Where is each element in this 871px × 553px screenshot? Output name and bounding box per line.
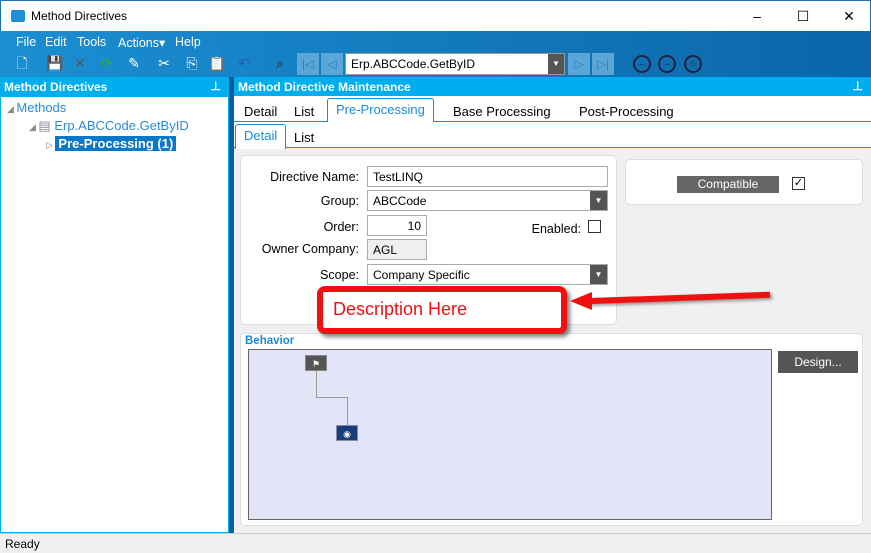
main-panel: Detail List Pre-Processing Base Processi… [234,96,871,533]
window-title: Method Directives [31,9,128,23]
action-node-icon[interactable]: ◉ [336,425,358,441]
left-panel-header: Method Directives ⊥ [0,77,229,96]
maximize-button[interactable]: ☐ [780,1,826,32]
new-icon[interactable]: 🗋 [12,53,32,73]
tree-node-method[interactable]: ◢ ▤ Erp.ABCCode.GetByID [29,118,189,134]
main-panel-header: Method Directive Maintenance ⊥ [234,77,871,96]
menu-actions[interactable]: Actions▾ [118,35,165,50]
subtab-list[interactable]: List [286,127,322,148]
minimize-button[interactable]: – [734,1,780,32]
home-icon[interactable]: ⌂ [684,55,702,73]
previous-record-button[interactable]: ◁ [321,53,343,75]
search-icon[interactable]: ⌕ [270,53,290,73]
tab-base-processing[interactable]: Base Processing [445,101,559,122]
menu-help[interactable]: Help [175,35,201,49]
chevron-down-icon[interactable]: ▼ [548,54,564,74]
back-icon[interactable]: ← [633,55,651,73]
chevron-down-icon[interactable]: ▼ [590,265,607,284]
order-field[interactable]: 10 [367,215,427,236]
behavior-group: Behavior ⚑ ◉ Design... [240,333,863,526]
start-node-flag-icon[interactable]: ⚑ [305,355,327,371]
connector [347,398,348,425]
menu-toolbar: File Edit Tools Actions▾ Help 🗋 💾 ✕ ⟳ ✎ … [0,31,871,77]
menu-tools[interactable]: Tools [77,35,106,49]
status-bar: Ready [0,533,871,553]
method-icon: ▤ [38,118,51,133]
record-combo-value: Erp.ABCCode.GetByID [351,57,476,71]
workflow-canvas[interactable]: ⚑ ◉ [248,349,772,520]
refresh-icon[interactable]: ⟳ [97,53,117,73]
subtab-strip: Detail List [234,122,871,149]
undo-icon[interactable]: ↶ [234,53,254,73]
next-record-button[interactable]: ▷ [568,53,590,75]
order-label: Order: [323,220,359,234]
tree-node-pre-processing[interactable]: ▷ Pre-Processing (1) [46,136,177,151]
group-value: ABCCode [373,194,427,208]
tab-detail[interactable]: Detail [236,101,285,122]
scope-label: Scope: [320,268,359,282]
behavior-title: Behavior [245,335,295,347]
enabled-label: Enabled: [531,222,581,236]
tree-panel: ◢ Methods ◢ ▤ Erp.ABCCode.GetByID ▷ Pre-… [0,96,229,533]
title-bar: Method Directives – ☐ ✕ [0,0,871,31]
tree-node-methods[interactable]: ◢ Methods [7,100,66,115]
chevron-down-icon[interactable]: ▼ [590,191,607,210]
tree-method-label: Erp.ABCCode.GetByID [54,118,189,133]
enabled-checkbox[interactable] [588,220,601,233]
pin-icon[interactable]: ⊥ [211,79,221,93]
owner-company-field: AGL [367,239,427,260]
forward-icon[interactable]: → [658,55,676,73]
compatible-button[interactable]: Compatible [677,176,779,193]
directive-name-label: Directive Name: [270,170,359,184]
owner-company-label: Owner Company: [261,242,359,256]
callout-arrow-head-icon [570,292,592,310]
tree-child-label: Pre-Processing (1) [55,136,177,151]
scope-value: Company Specific [373,268,470,282]
tab-pre-processing[interactable]: Pre-Processing [327,98,434,123]
scope-select[interactable]: Company Specific ▼ [367,264,608,285]
group-select[interactable]: ABCCode ▼ [367,190,608,211]
app-icon [11,10,25,22]
last-record-button[interactable]: ▷| [592,53,614,75]
close-button[interactable]: ✕ [826,1,871,32]
directive-name-field[interactable]: TestLINQ [367,166,608,187]
main-panel-title: Method Directive Maintenance [238,80,411,94]
tab-strip: Detail List Pre-Processing Base Processi… [234,96,871,123]
tab-list[interactable]: List [286,101,322,122]
description-callout: Description Here [317,286,567,334]
connector [316,371,348,398]
menu-edit[interactable]: Edit [45,35,67,49]
compatible-checkbox[interactable]: ✓ [792,177,805,190]
save-icon[interactable]: 💾 [45,53,65,73]
tab-post-processing[interactable]: Post-Processing [571,101,682,122]
subtab-detail[interactable]: Detail [235,124,287,149]
menu-file[interactable]: File [16,35,36,49]
paste-icon[interactable]: 📋 [207,53,227,73]
pin-icon[interactable]: ⊥ [853,79,863,93]
delete-icon[interactable]: ✕ [70,53,90,73]
clear-icon[interactable]: ✎ [124,53,144,73]
tree-root-label: Methods [16,100,67,115]
compatible-group: Compatible ✓ [625,159,863,205]
left-panel-title: Method Directives [4,80,108,94]
design-button[interactable]: Design... [778,351,858,373]
first-record-button[interactable]: |◁ [297,53,319,75]
cut-icon[interactable]: ✂ [154,53,174,73]
group-label: Group: [320,194,359,208]
copy-icon[interactable]: ⎘ [182,53,202,73]
record-combo[interactable]: Erp.ABCCode.GetByID ▼ [345,53,565,75]
